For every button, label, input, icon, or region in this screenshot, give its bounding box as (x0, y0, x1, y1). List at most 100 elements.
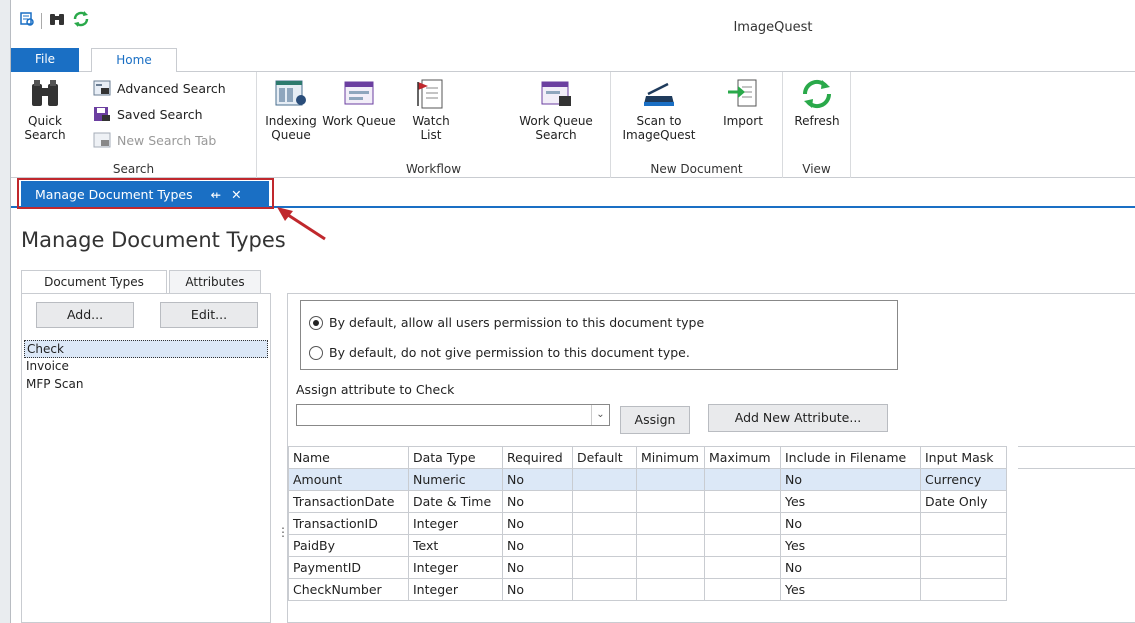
document-tab-strip: Manage Document Types ⇷ ✕ (11, 178, 1135, 209)
cell (704, 490, 781, 513)
cell: Amount (288, 468, 409, 491)
table-row[interactable]: TransactionID Integer No No (288, 512, 1007, 535)
table-row[interactable]: CheckNumber Integer No Yes (288, 578, 1007, 601)
attribute-combo[interactable]: ⌄ (296, 404, 610, 426)
title-bar: ImageQuest (11, 0, 1135, 40)
cell (704, 578, 781, 601)
refresh-button[interactable]: Refresh (787, 78, 847, 128)
cell (920, 534, 1007, 557)
cell (704, 512, 781, 535)
column-header[interactable]: Required (502, 446, 573, 469)
radio-unselected-icon (309, 345, 323, 360)
document-types-panel: Add... Edit... Check Invoice MFP Scan (21, 293, 271, 623)
column-header[interactable]: Maximum (704, 446, 781, 469)
document-type-details-panel: By default, allow all users permission t… (287, 293, 1135, 623)
tab-attributes[interactable]: Attributes (169, 270, 261, 294)
work-queue-button[interactable]: Work Queue (321, 78, 397, 128)
cell: No (502, 578, 573, 601)
column-header[interactable]: Include in Filename (780, 446, 921, 469)
saved-search-icon (94, 107, 110, 121)
cell (920, 578, 1007, 601)
cell: No (502, 468, 573, 491)
table-row[interactable]: Amount Numeric No No Currency (288, 468, 1007, 491)
add-new-attribute-button[interactable]: Add New Attribute... (708, 404, 888, 432)
radio-allow-permission[interactable]: By default, allow all users permission t… (309, 315, 704, 330)
cell (636, 556, 705, 579)
column-header[interactable]: Data Type (408, 446, 503, 469)
tab-home[interactable]: Home (91, 48, 177, 73)
cell (704, 534, 781, 557)
column-header[interactable]: Name (288, 446, 409, 469)
cell: PaymentID (288, 556, 409, 579)
import-icon (728, 79, 757, 107)
ribbon: Quick Search Advanced Search Saved Searc… (11, 72, 1135, 178)
page-title: Manage Document Types (21, 228, 286, 252)
new-search-tab-label: New Search Tab (117, 132, 217, 148)
watch-list-label-1: Watch (412, 114, 450, 128)
column-header[interactable]: Default (572, 446, 637, 469)
cell (572, 556, 637, 579)
grid-header-row: Name Data Type Required Default Minimum … (288, 446, 1007, 469)
app-title: ImageQuest (733, 20, 813, 35)
radio-selected-icon (309, 315, 323, 330)
work-queue-search-icon (541, 81, 571, 106)
edit-button[interactable]: Edit... (160, 302, 258, 328)
work-queue-label: Work Queue (322, 114, 396, 128)
quick-search-button[interactable]: Quick Search (15, 78, 75, 142)
cell: TransactionDate (288, 490, 409, 513)
cell: Text (408, 534, 503, 557)
refresh-label: Refresh (794, 114, 840, 128)
advanced-search-button[interactable]: Advanced Search (93, 80, 226, 96)
cell (920, 512, 1007, 535)
table-row[interactable]: PaymentID Integer No No (288, 556, 1007, 579)
indexing-queue-icon (275, 80, 306, 106)
scan-label-2: ImageQuest (622, 128, 696, 142)
work-queue-search-button[interactable]: Work Queue Search (511, 78, 601, 142)
new-search-tab-button[interactable]: New Search Tab (93, 132, 216, 148)
cell: Date Only (920, 490, 1007, 513)
tab-document-types[interactable]: Document Types (21, 270, 167, 294)
tab-highlight-box (17, 178, 274, 209)
work-queue-search-label-2: Search (535, 128, 577, 142)
scan-to-imagequest-button[interactable]: Scan to ImageQuest (617, 78, 701, 142)
cell (636, 490, 705, 513)
permission-options: By default, allow all users permission t… (300, 300, 898, 370)
cell: No (502, 534, 573, 557)
cell: Integer (408, 556, 503, 579)
advanced-search-label: Advanced Search (117, 80, 226, 96)
tab-file[interactable]: File (11, 48, 79, 72)
cell: Integer (408, 578, 503, 601)
indexing-queue-label-2: Queue (271, 128, 311, 142)
table-row[interactable]: TransactionDate Date & Time No Yes Date … (288, 490, 1007, 513)
cell: No (780, 556, 921, 579)
workflow-group: Indexing Queue Work Queue Watch List Wor… (257, 72, 611, 178)
column-header[interactable]: Minimum (636, 446, 705, 469)
scan-label-1: Scan to (636, 114, 682, 128)
table-row[interactable]: PaidBy Text No Yes (288, 534, 1007, 557)
watch-list-icon (417, 79, 443, 109)
grid-header-filler (1018, 446, 1135, 469)
list-item[interactable]: Invoice (24, 358, 268, 376)
chevron-down-icon[interactable]: ⌄ (591, 405, 609, 425)
cell: No (502, 512, 573, 535)
cell (572, 490, 637, 513)
saved-search-button[interactable]: Saved Search (93, 106, 203, 122)
attributes-grid: Name Data Type Required Default Minimum … (288, 446, 1007, 601)
assign-button[interactable]: Assign (620, 406, 690, 434)
cell (636, 578, 705, 601)
list-item[interactable]: MFP Scan (24, 376, 268, 394)
radio-deny-permission[interactable]: By default, do not give permission to th… (309, 345, 690, 360)
indexing-queue-button[interactable]: Indexing Queue (263, 78, 319, 142)
watch-list-button[interactable]: Watch List (401, 78, 461, 142)
cell: PaidBy (288, 534, 409, 557)
scanner-icon (644, 82, 674, 106)
list-item[interactable]: Check (24, 340, 268, 358)
cell (704, 468, 781, 491)
cell (572, 468, 637, 491)
search-group: Quick Search Advanced Search Saved Searc… (11, 72, 257, 178)
import-label: Import (723, 114, 763, 128)
add-button[interactable]: Add... (36, 302, 134, 328)
cell: Yes (780, 490, 921, 513)
import-button[interactable]: Import (715, 78, 771, 128)
column-header[interactable]: Input Mask (920, 446, 1007, 469)
